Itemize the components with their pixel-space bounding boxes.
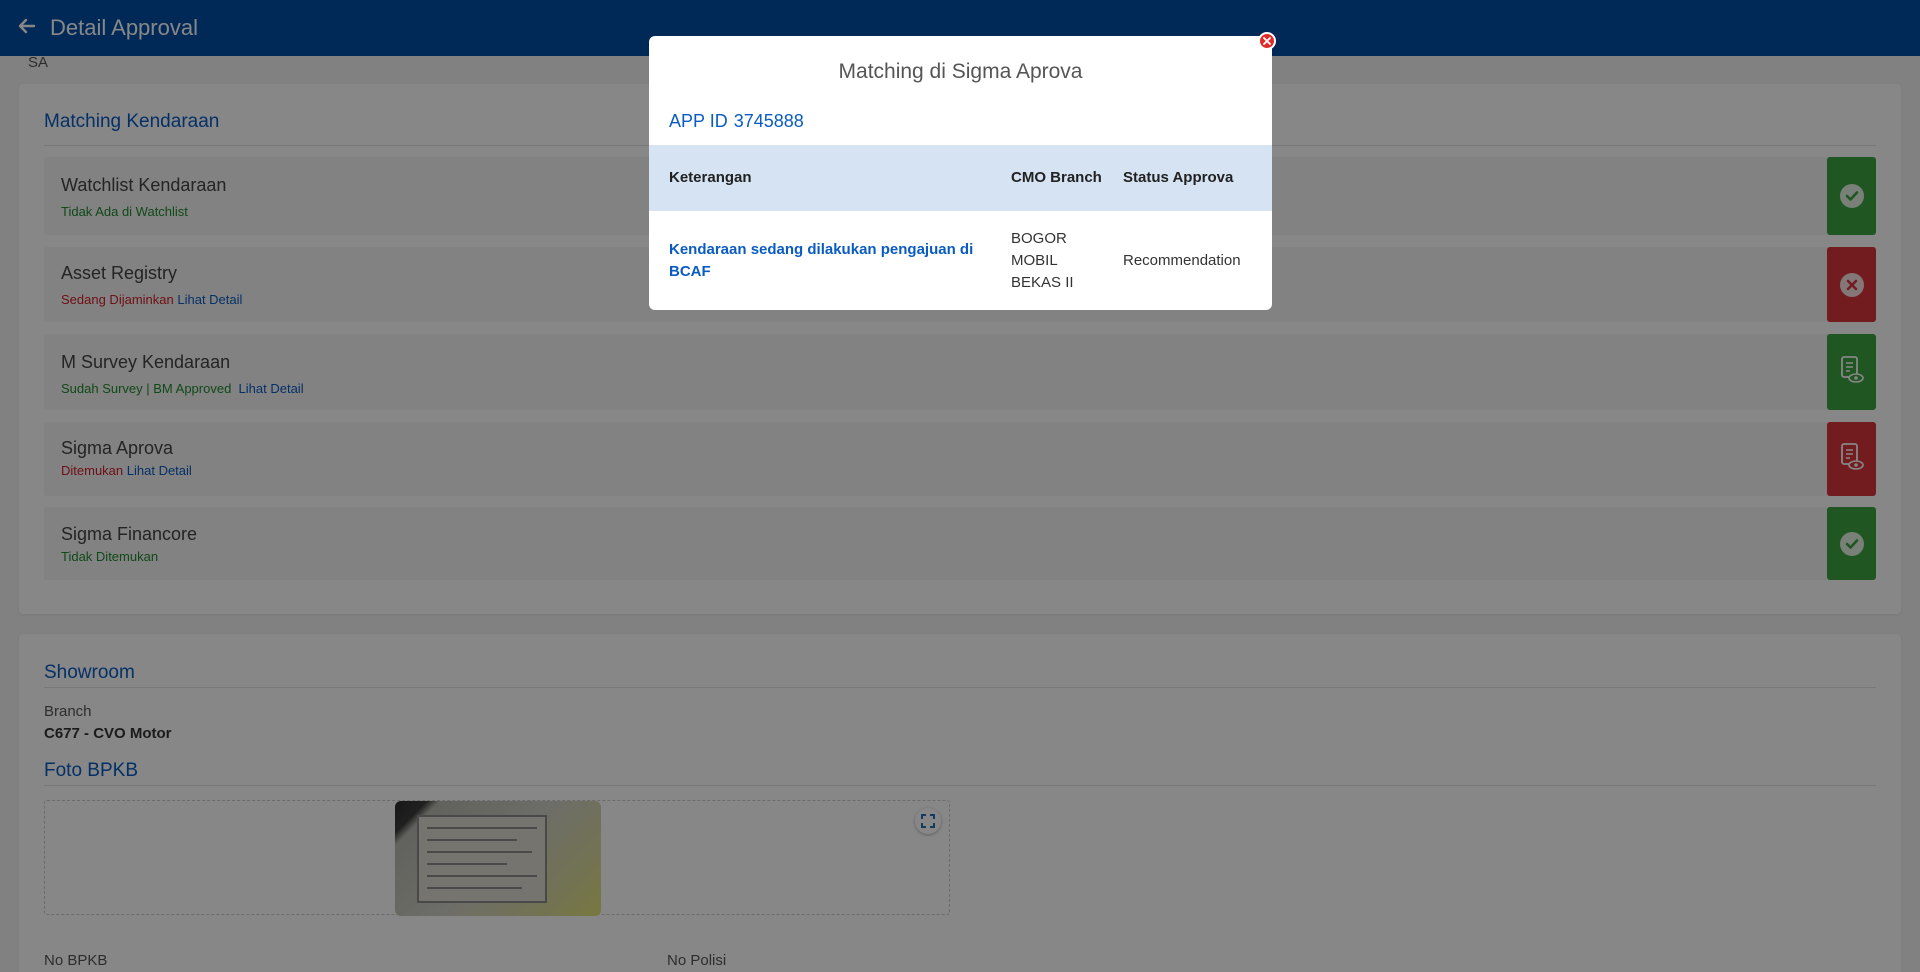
close-icon[interactable] [1258, 32, 1276, 50]
column-header-status: Status Approva [1107, 145, 1272, 211]
app-id-value: 3745888 [733, 111, 804, 131]
table-row: Kendaraan sedang dilakukan pengajuan di … [649, 211, 1272, 311]
table-header-row: Keterangan CMO Branch Status Approva [649, 145, 1272, 211]
sigma-aprova-modal: Matching di Sigma Aprova APP ID 3745888 K… [649, 32, 1276, 311]
column-header-cmo-branch: CMO Branch [995, 145, 1107, 211]
cell-status: Recommendation [1123, 252, 1241, 269]
cell-cmo-branch: BOGOR MOBIL BEKAS II [1011, 230, 1074, 291]
app-id-label: APP ID [669, 111, 728, 131]
matching-table: Keterangan CMO Branch Status Approva Ken… [649, 145, 1272, 311]
modal-title: Matching di Sigma Aprova [838, 60, 1083, 83]
cell-keterangan: Kendaraan sedang dilakukan pengajuan di … [669, 241, 974, 280]
app-id: APP ID 3745888 [669, 111, 804, 132]
column-header-keterangan: Keterangan [649, 145, 995, 211]
